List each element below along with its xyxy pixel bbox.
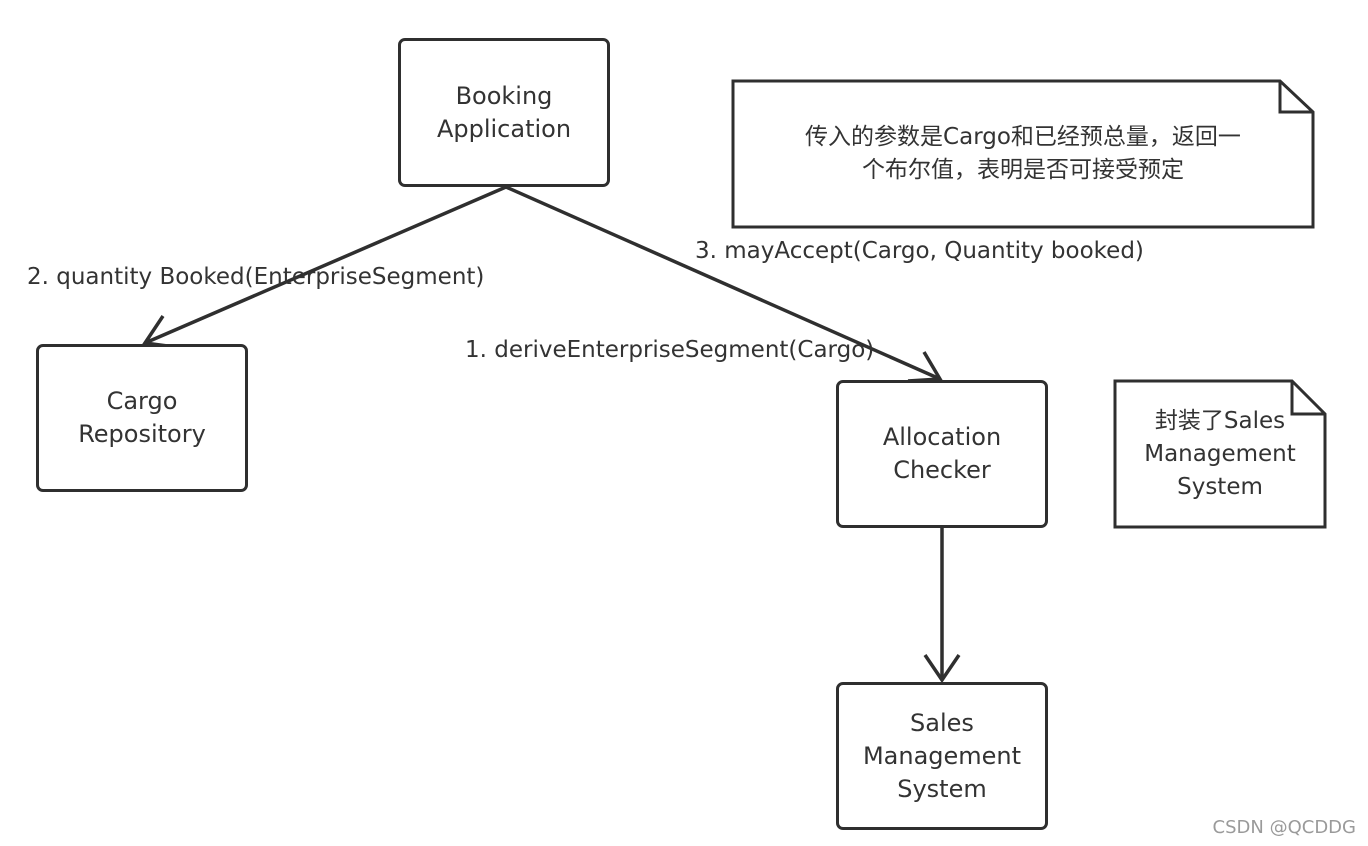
watermark: CSDN @QCDDG: [1212, 817, 1356, 838]
message-label-quantity-booked: 2. quantity Booked(EnterpriseSegment): [27, 264, 485, 290]
node-booking-application[interactable]: Booking Application: [398, 38, 610, 187]
message-label-derive-segment: 1. deriveEnterpriseSegment(Cargo): [465, 337, 875, 363]
node-allocation-checker-label: Allocation Checker: [882, 423, 1002, 484]
node-cargo-repository[interactable]: Cargo Repository: [36, 344, 248, 492]
node-booking-application-label: Booking Application: [436, 81, 572, 143]
node-cargo-repository-label: Cargo Repository: [78, 387, 206, 448]
message-label-may-accept: 3. mayAccept(Cargo, Quantity booked): [695, 238, 1144, 264]
note-text-sales-wrapper: 封装了Sales Management System: [1144, 408, 1296, 500]
node-sales-management-system-label: Sales Management System: [862, 708, 1022, 803]
node-sales-management-system[interactable]: Sales Management System: [836, 682, 1048, 830]
sequence-diagram-canvas: Booking Application Cargo Repository All…: [0, 0, 1368, 846]
note-text-may-accept: 传入的参数是Cargo和已经预总量，返回一 个布尔值，表明是否可接受预定: [805, 124, 1241, 183]
node-allocation-checker[interactable]: Allocation Checker: [836, 380, 1048, 528]
